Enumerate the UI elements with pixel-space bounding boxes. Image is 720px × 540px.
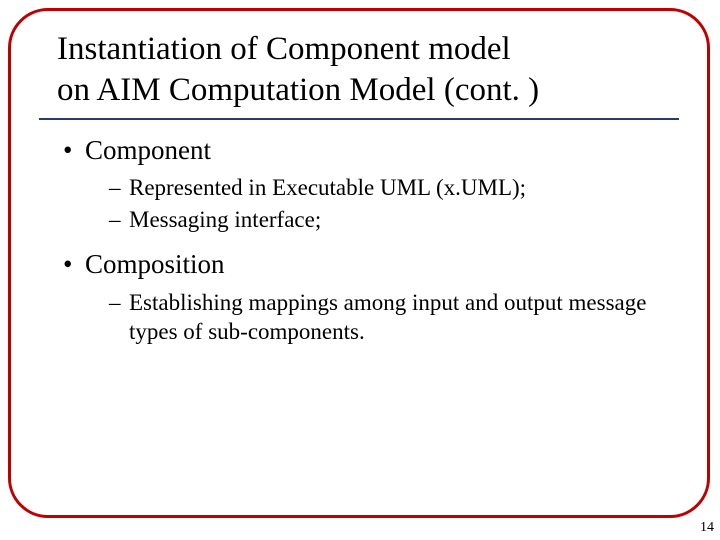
subbullet-messaging: Messaging interface; xyxy=(109,205,675,234)
slide-frame: Instantiation of Component model on AIM … xyxy=(8,8,710,518)
page-number-text: 14 xyxy=(700,520,714,535)
title-line-2: on AIM Computation Model (cont. ) xyxy=(57,72,539,108)
subbullet-text: Represented in Executable UML (x.UML); xyxy=(129,175,526,200)
bullet-component: Component xyxy=(63,134,675,168)
bullet-text: Composition xyxy=(85,249,225,279)
subbullet-text: Messaging interface; xyxy=(129,207,321,232)
subbullet-mappings: Establishing mappings among input and ou… xyxy=(109,288,675,347)
slide-content: Component Represented in Executable UML … xyxy=(39,134,679,347)
bullet-composition: Composition xyxy=(63,248,675,282)
subbullet-represented: Represented in Executable UML (x.UML); xyxy=(109,173,675,202)
bullet-text: Component xyxy=(85,135,211,165)
page-number: 14 xyxy=(700,520,714,536)
slide-title: Instantiation of Component model on AIM … xyxy=(39,29,679,120)
title-line-1: Instantiation of Component model xyxy=(57,31,511,67)
subbullet-text: Establishing mappings among input and ou… xyxy=(129,290,646,344)
